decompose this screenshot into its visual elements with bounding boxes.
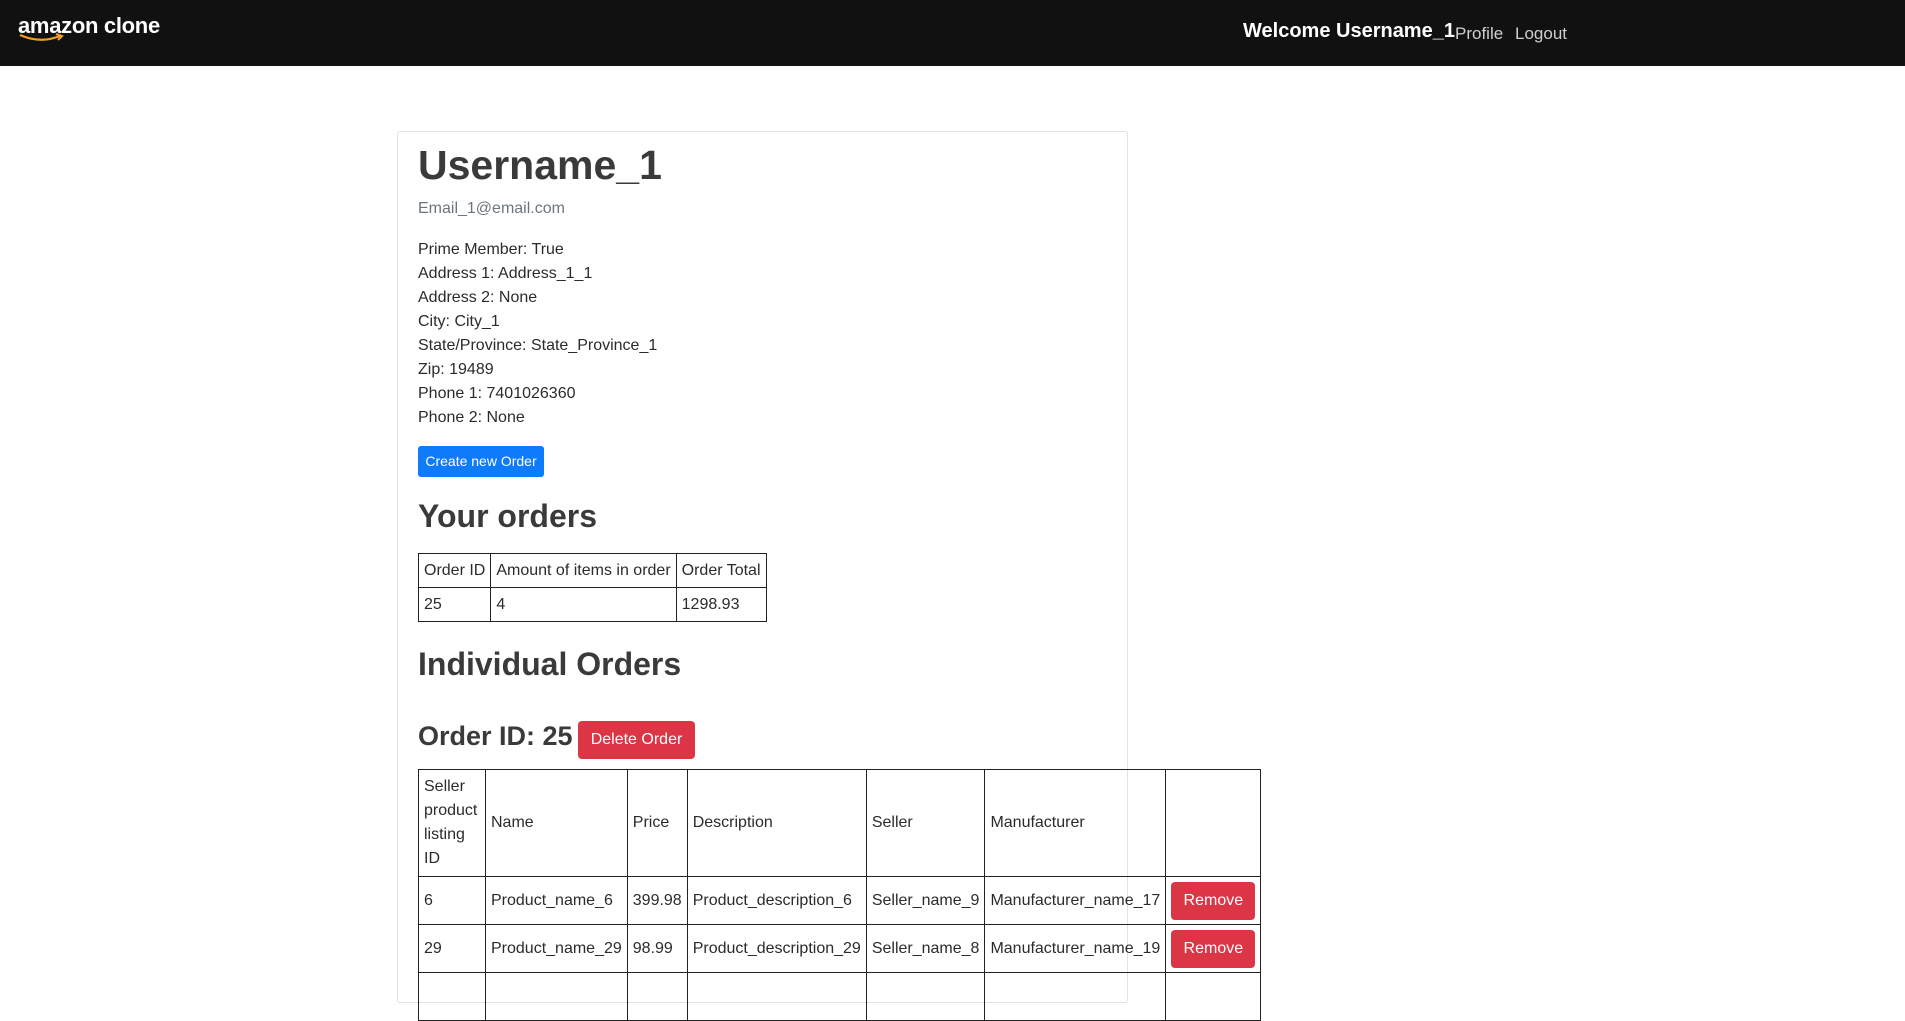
- table-row: 29 Product_name_29 98.99 Product_descrip…: [418, 924, 1262, 973]
- your-orders-heading: Your orders: [418, 498, 597, 534]
- action-cell: Remove: [1165, 876, 1262, 925]
- action-cell: Remove: [1165, 924, 1262, 973]
- profile-details: Prime Member: True Address 1: Address_1_…: [418, 238, 657, 430]
- order-total-cell: 1298.93: [675, 587, 767, 622]
- price-cell: 399.98: [626, 876, 688, 925]
- phone-1: Phone 1: 7401026360: [418, 385, 576, 402]
- order-id-title: Order ID: 25: [418, 721, 573, 751]
- description-cell: [686, 972, 867, 1021]
- prime-member: Prime Member: True: [418, 241, 564, 258]
- description-cell: Product_description_29: [686, 924, 867, 973]
- manufacturer-cell: Manufacturer_name_19: [984, 924, 1167, 973]
- item-count-cell: 4: [490, 587, 677, 622]
- product-name-cell: Product_name_6: [485, 876, 628, 925]
- individual-orders-heading: Individual Orders: [418, 646, 682, 682]
- listing-id-cell: 6: [418, 876, 486, 925]
- listing-id-cell: [418, 972, 486, 1021]
- remove-item-button[interactable]: Remove: [1171, 929, 1256, 968]
- column-header: Order Total: [675, 553, 767, 588]
- manufacturer-cell: Manufacturer_name_17: [984, 876, 1167, 925]
- product-name-cell: Product_name_29: [485, 924, 628, 973]
- address-1: Address 1: Address_1_1: [418, 265, 593, 282]
- table-row: 6 Product_name_6 399.98 Product_descript…: [418, 876, 1262, 925]
- column-header: Name: [485, 769, 628, 877]
- table-header-row: Order ID Amount of items in order Order …: [417, 553, 767, 588]
- column-header: Manufacturer: [984, 769, 1167, 877]
- product-name-cell: [485, 972, 628, 1021]
- state-province: State/Province: State_Province_1: [418, 337, 658, 354]
- description-cell: Product_description_6: [686, 876, 867, 925]
- create-order-button[interactable]: Create new Order: [418, 446, 544, 477]
- price-cell: 98.99: [626, 924, 688, 973]
- column-header: Seller product listing ID: [418, 769, 486, 877]
- listing-id-cell: 29: [418, 924, 486, 973]
- order-id-cell: 25: [417, 587, 492, 622]
- profile-username: Username_1: [418, 142, 662, 188]
- address-2: Address 2: None: [418, 289, 538, 306]
- action-cell: [1165, 972, 1262, 1021]
- zip: Zip: 19489: [418, 361, 494, 378]
- welcome-text: Welcome Username_1: [1243, 20, 1455, 42]
- order-items-table: Seller product listing ID Name Price Des…: [418, 769, 1262, 1021]
- seller-cell: [865, 972, 986, 1021]
- amazon-smile-icon: [19, 33, 64, 41]
- column-header: Description: [686, 769, 867, 877]
- table-header-row: Seller product listing ID Name Price Des…: [418, 769, 1262, 877]
- price-cell: [626, 972, 688, 1021]
- column-header: Amount of items in order: [490, 553, 677, 588]
- table-row[interactable]: 25 4 1298.93: [417, 587, 767, 622]
- delete-order-button[interactable]: Delete Order: [578, 721, 695, 759]
- profile-email: Email_1@email.com: [418, 200, 565, 217]
- column-header: [1165, 769, 1262, 877]
- top-navbar: amazon clone Welcome Username_1 Profile …: [0, 0, 1905, 66]
- nav-logout-link[interactable]: Logout: [1515, 24, 1567, 44]
- seller-cell: Seller_name_8: [865, 924, 986, 973]
- column-header: Order ID: [417, 553, 492, 588]
- city: City: City_1: [418, 313, 500, 330]
- manufacturer-cell: [984, 972, 1167, 1021]
- nav-profile-link[interactable]: Profile: [1455, 24, 1503, 44]
- column-header: Seller: [865, 769, 986, 877]
- column-header: Price: [626, 769, 688, 877]
- seller-cell: Seller_name_9: [865, 876, 986, 925]
- orders-table: Order ID Amount of items in order Order …: [417, 553, 767, 622]
- remove-item-button[interactable]: Remove: [1171, 881, 1256, 920]
- table-row: [418, 972, 1262, 1021]
- phone-2: Phone 2: None: [418, 409, 525, 426]
